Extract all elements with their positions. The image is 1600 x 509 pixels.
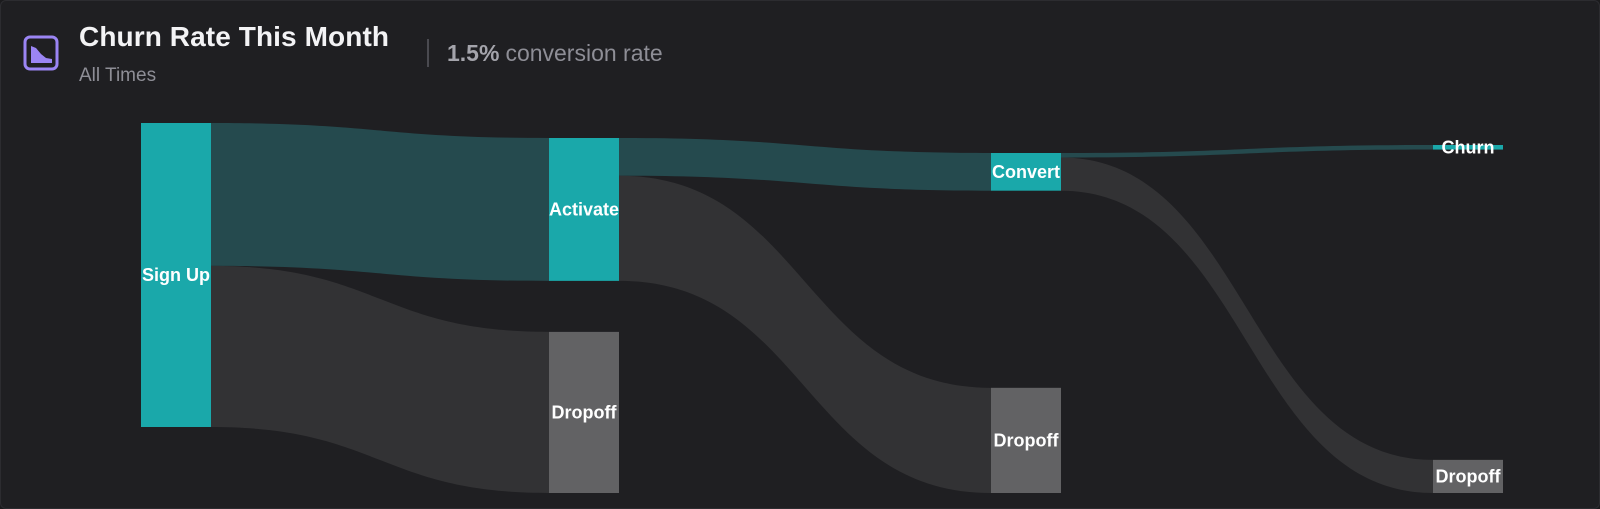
sankey-link-signup-activate[interactable] [211, 123, 549, 281]
sankey-label-activate: Activate [549, 199, 619, 219]
sankey-label-dropoff1: Dropoff [552, 402, 618, 422]
sankey-link-convert-dropoff3[interactable] [1061, 157, 1433, 493]
sankey-link-signup-dropoff1[interactable] [211, 265, 549, 493]
sankey-label-churn: Churn [1442, 137, 1495, 157]
sankey-links [211, 123, 1433, 494]
funnel-card: Churn Rate This Month All Times 1.5% conv… [0, 0, 1600, 509]
sankey-label-dropoff2: Dropoff [994, 430, 1060, 450]
sankey-label-signup: Sign Up [142, 265, 210, 285]
sankey-chart: Sign Up Activate Dropoff Convert Dropoff Chur… [141, 123, 1503, 494]
sankey-link-activate-dropoff2[interactable] [619, 175, 991, 494]
sankey-label-dropoff3: Dropoff [1436, 466, 1502, 486]
sankey-link-convert-churn[interactable] [1061, 145, 1433, 158]
sankey-link-activate-convert[interactable] [619, 138, 991, 191]
sankey-label-convert: Convert [992, 162, 1060, 182]
